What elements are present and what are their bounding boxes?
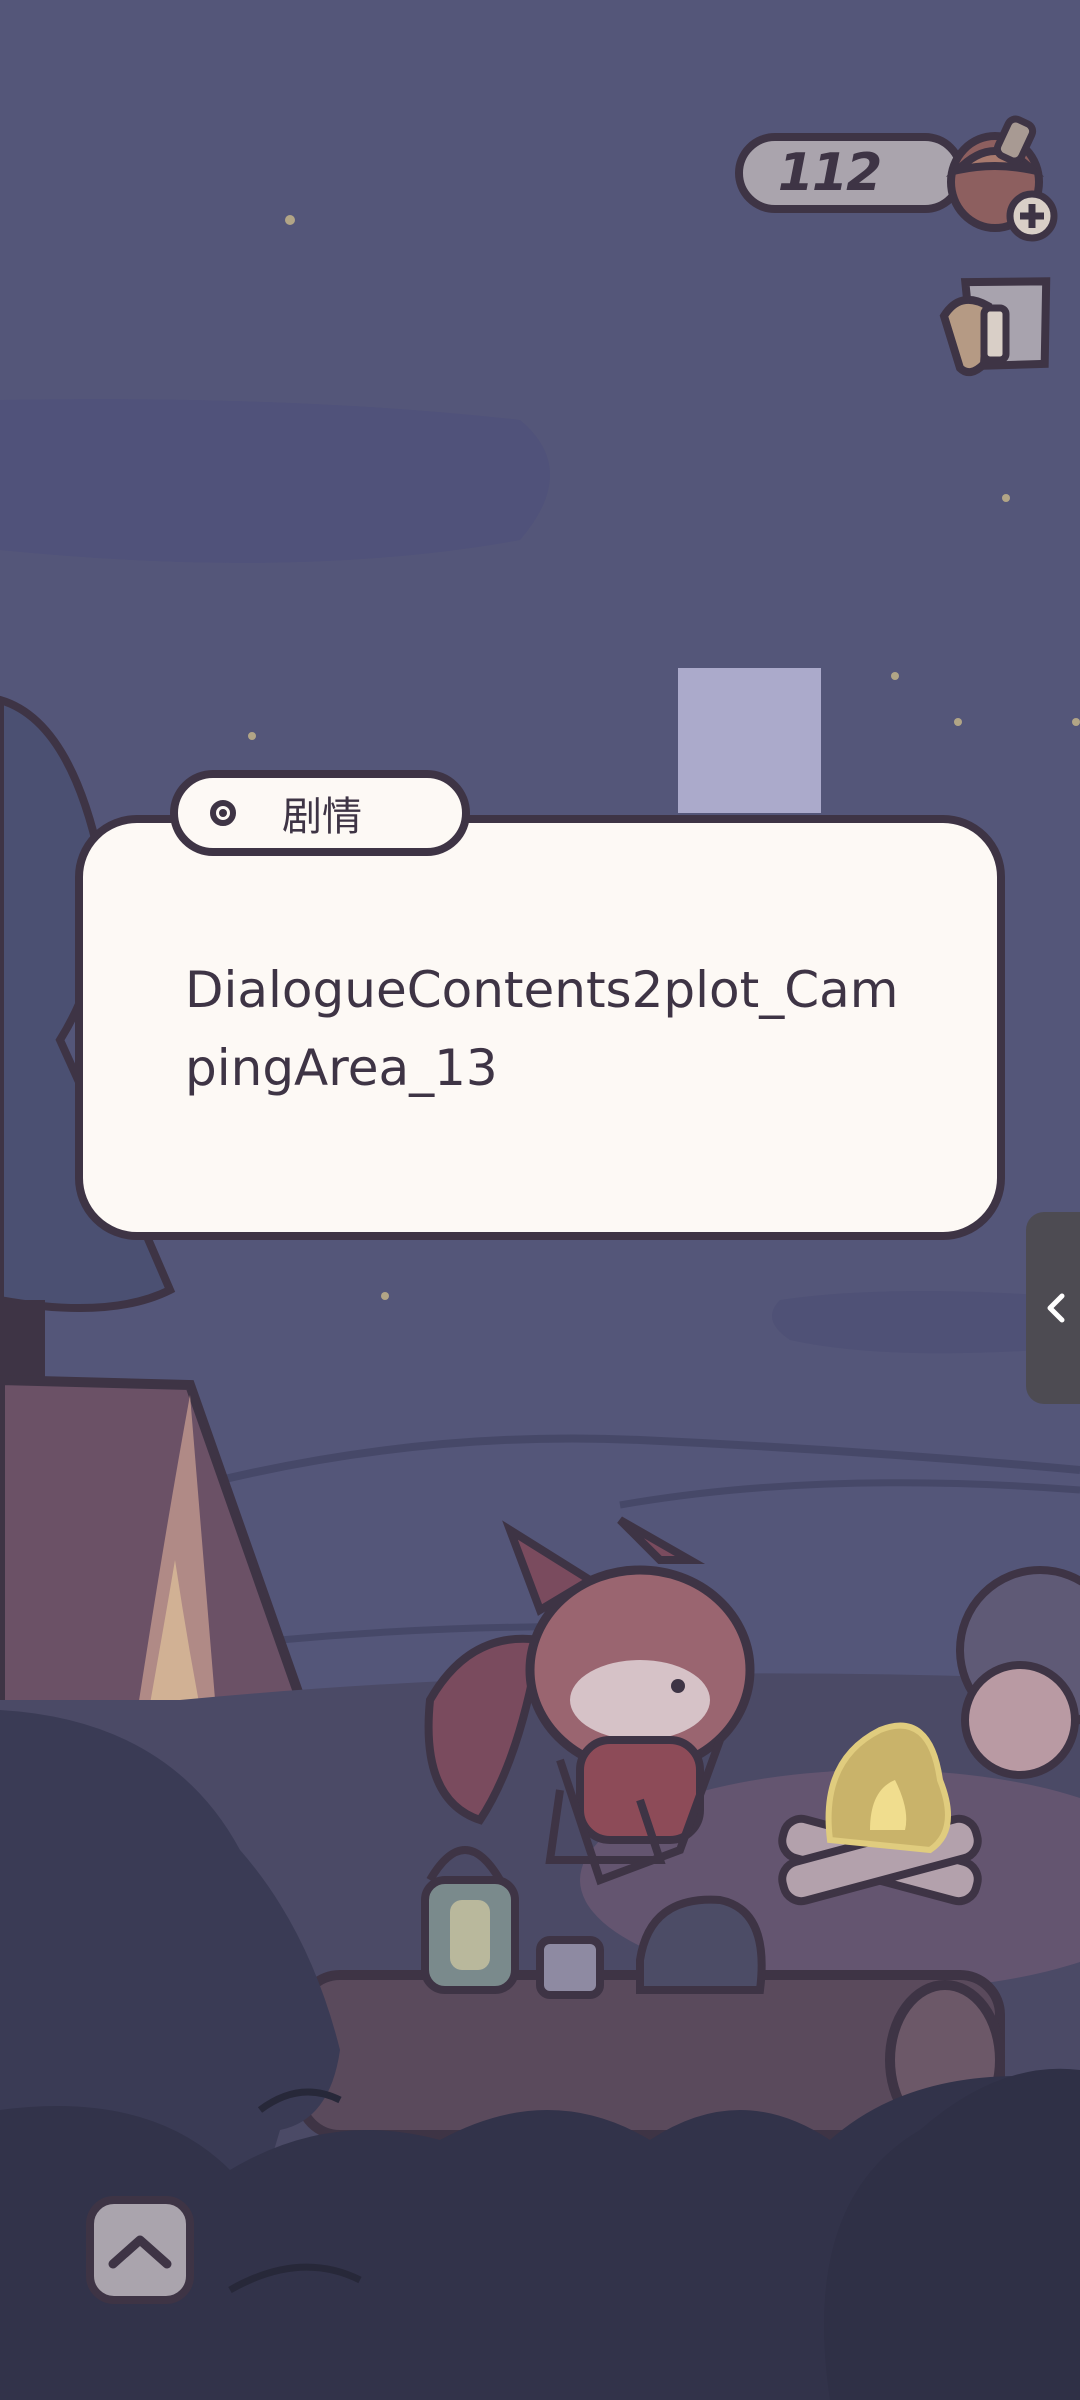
flag-icon [939,277,1051,377]
expand-up-button[interactable] [86,2196,194,2304]
acorn-plus-button[interactable] [940,112,1060,242]
flag-button[interactable] [930,268,1060,388]
currency-value: 112 [777,143,883,203]
dialog-tab-label: 剧情 [282,794,362,840]
story-dialog[interactable]: DialogueContents2plot_CampingArea_13 [75,815,1005,1240]
chevron-left-icon [1047,1293,1065,1323]
dialog-tab-story: 剧情 [170,770,470,856]
chevron-up-icon [108,2235,172,2269]
currency-counter: 112 [735,133,965,213]
bird-character [956,1566,1080,1779]
dot-icon [210,800,236,826]
acorn-plus-icon [945,115,1058,242]
side-drawer-toggle[interactable] [1026,1212,1080,1404]
placeholder-rect [678,668,821,813]
dialog-text: DialogueContents2plot_CampingArea_13 [185,961,899,1097]
